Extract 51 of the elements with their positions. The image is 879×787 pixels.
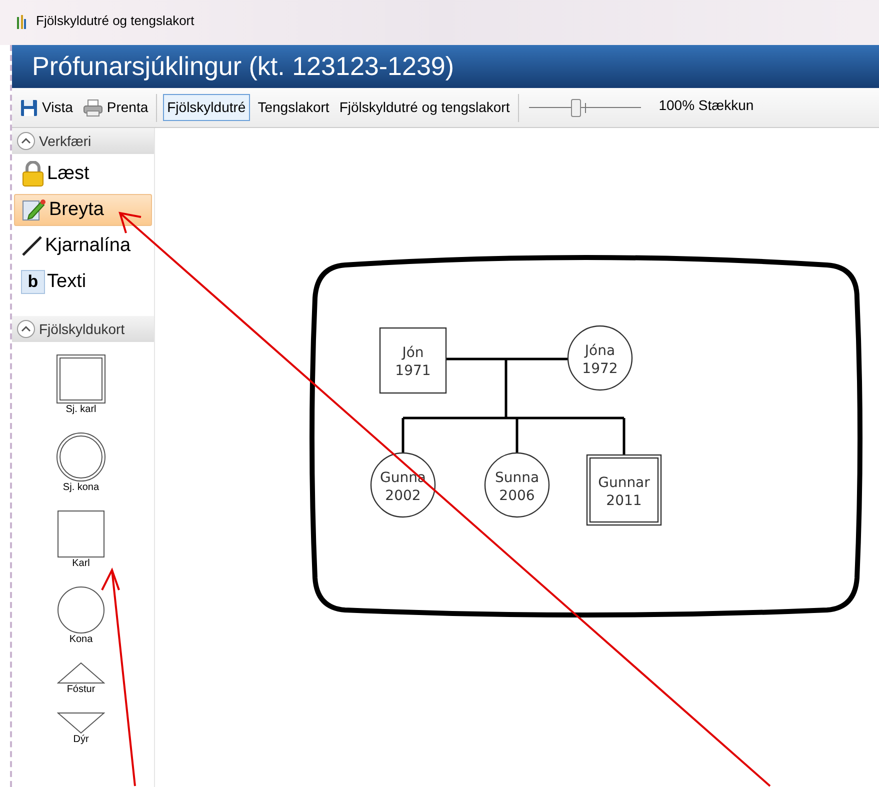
shape-label: Sj. karl <box>66 404 96 416</box>
view-tab[interactable]: Tengslakort <box>256 94 332 121</box>
male-symbol[interactable] <box>379 327 447 394</box>
birth-year: 2002 <box>385 488 421 504</box>
window-title: Fjölskyldutré og tengslakort <box>36 14 194 27</box>
shape-label: Kona <box>69 634 93 646</box>
female-symbol[interactable] <box>567 325 633 391</box>
edit-icon <box>21 198 47 222</box>
printer-icon <box>82 98 103 116</box>
birth-year: 2006 <box>499 488 535 504</box>
section-title: Fjölskyldukort <box>39 320 125 339</box>
shape-label: Dýr <box>73 734 89 746</box>
tool-item[interactable]: Breyta <box>14 194 152 226</box>
bold-text-icon: b <box>21 270 45 294</box>
section-title: Verkfæri <box>39 132 92 150</box>
save-button[interactable]: Vista <box>18 97 75 118</box>
tool-item[interactable]: Kjarnalína <box>14 230 152 262</box>
shape-label: Fóstur <box>66 684 96 696</box>
person-name: Jón <box>402 345 424 361</box>
female-symbol[interactable] <box>484 452 550 518</box>
person-name: Jóna <box>584 343 616 359</box>
view-tab[interactable]: Fjölskyldutré og tengslakort <box>337 94 512 121</box>
person-name: Sunna <box>494 470 540 486</box>
circle-icon <box>57 586 105 634</box>
square-icon <box>57 510 105 558</box>
double-square-icon <box>56 354 106 404</box>
padlock-icon <box>21 161 45 187</box>
collapse-icon[interactable] <box>17 320 35 338</box>
tree-icon <box>14 14 28 30</box>
birth-year: 1971 <box>395 363 431 379</box>
section-header[interactable]: Fjölskyldukort <box>12 316 154 342</box>
triangle-icon <box>57 662 105 684</box>
double-circle-icon <box>56 432 106 482</box>
tool-item[interactable]: Læst <box>14 158 152 190</box>
view-tab[interactable]: Fjölskyldutré <box>163 94 250 121</box>
zoom-reading: 100% Stækkun <box>658 96 754 115</box>
print-button[interactable]: Prenta <box>80 97 150 118</box>
section-header[interactable]: Verkfæri <box>12 128 154 154</box>
double-square-symbol[interactable] <box>586 454 662 526</box>
line-icon <box>21 235 43 257</box>
birth-year: 2011 <box>606 493 642 509</box>
slider-thumb[interactable] <box>570 98 581 116</box>
shape-label: Karl <box>72 558 90 570</box>
inverted-triangle-icon <box>57 712 105 734</box>
collapse-icon[interactable] <box>17 132 35 150</box>
shape-label: Sj. kona <box>62 482 100 494</box>
zoom-slider[interactable] <box>528 98 641 118</box>
person-name: Gunnar <box>598 475 650 491</box>
birth-year: 1972 <box>582 361 618 377</box>
patient-title: Prófunarsjúklingur (kt. 123123-1239) <box>32 50 454 83</box>
tool-item[interactable]: b Texti <box>14 266 152 298</box>
